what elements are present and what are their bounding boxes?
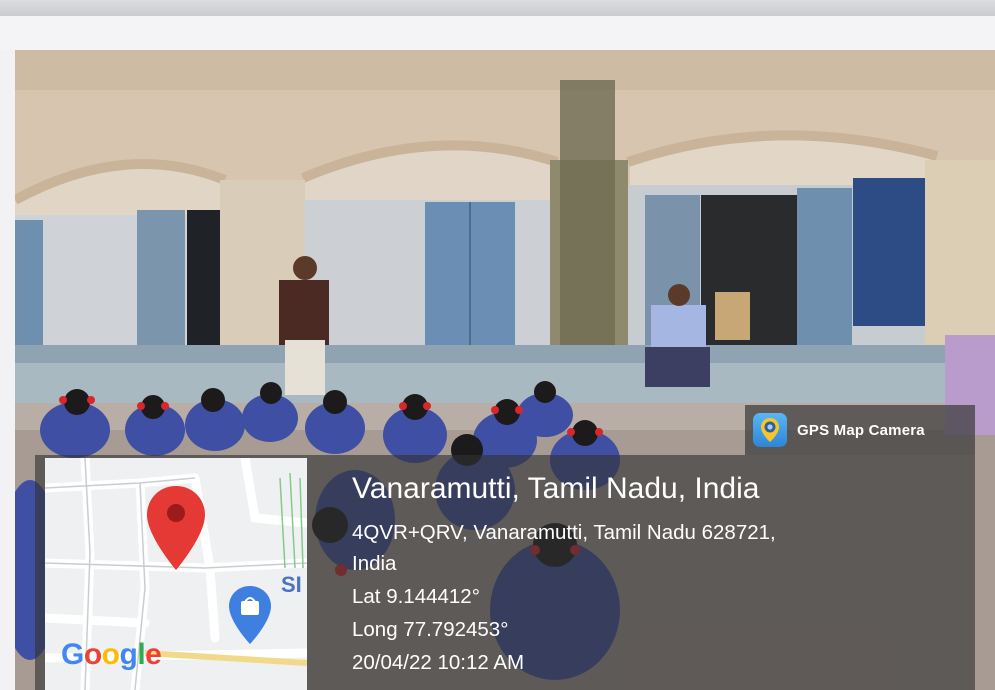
gps-map-camera-icon: [753, 413, 787, 447]
gps-app-badge: GPS Map Camera: [745, 405, 975, 455]
location-pin-icon: [147, 486, 205, 570]
location-title: Vanaramutti, Tamil Nadu, India: [352, 472, 760, 505]
google-logo: Google: [61, 638, 162, 671]
top-bar: [0, 0, 995, 16]
longitude-text: Long 77.792453°: [352, 618, 509, 641]
map-thumbnail[interactable]: SI Google: [45, 458, 307, 690]
latitude-text: Lat 9.144412°: [352, 585, 480, 608]
address-line-2: India: [352, 552, 397, 575]
shopping-bag-icon: [229, 586, 271, 644]
camera-pin-icon: [761, 418, 779, 442]
gps-app-label: GPS Map Camera: [797, 421, 925, 439]
datetime-text: 20/04/22 10:12 AM: [352, 651, 525, 674]
top-gap: [0, 16, 995, 50]
map-poi-label: SI: [281, 572, 302, 597]
address-line-1: 4QVR+QRV, Vanaramutti, Tamil Nadu 628721…: [352, 521, 776, 544]
